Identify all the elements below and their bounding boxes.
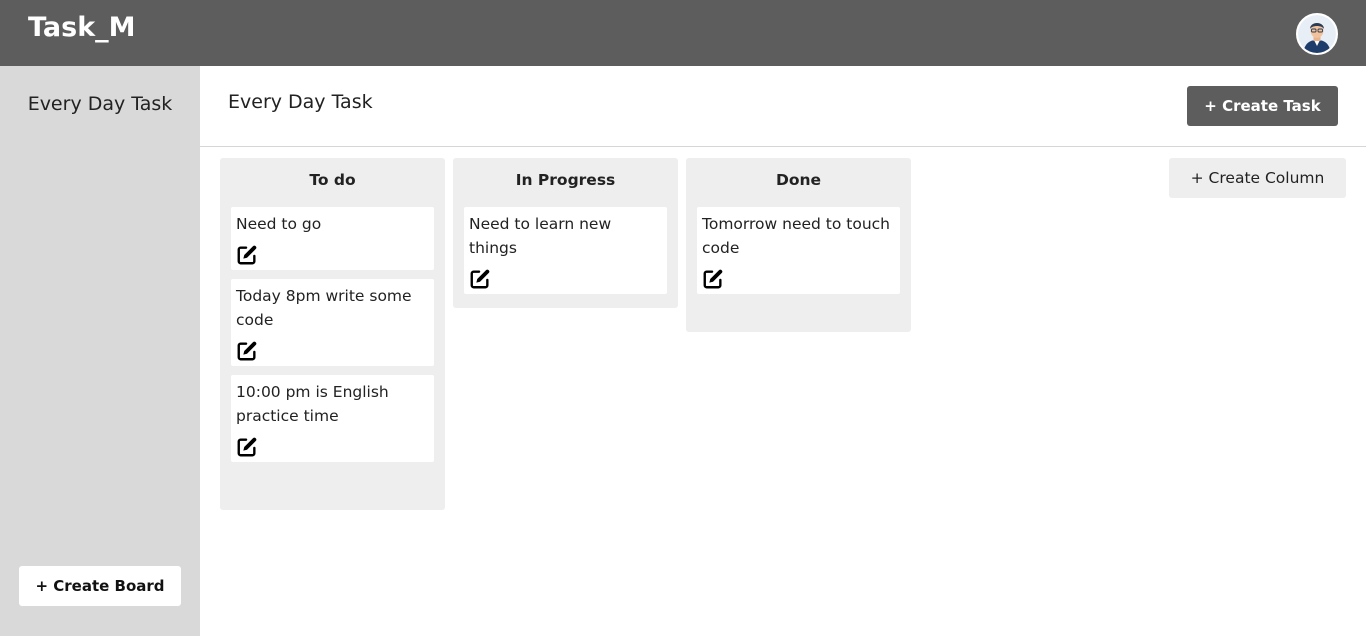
app-title: Task_M — [28, 12, 136, 43]
column-to-do: To do Need to go Today 8pm write some co… — [220, 158, 445, 510]
task-card-text: Need to learn new things — [469, 215, 612, 257]
edit-icon[interactable] — [236, 340, 258, 362]
page-title: Every Day Task — [228, 91, 373, 113]
task-card[interactable]: Today 8pm write some code — [231, 279, 434, 366]
sidebar: Every Day Task + Create Board — [0, 66, 200, 636]
create-task-button[interactable]: + Create Task — [1187, 86, 1338, 126]
task-card[interactable]: Need to learn new things — [464, 207, 667, 294]
column-done: Done Tomorrow need to touch code — [686, 158, 911, 332]
user-avatar[interactable] — [1296, 13, 1338, 55]
create-board-button[interactable]: + Create Board — [19, 566, 181, 606]
create-column-button[interactable]: + Create Column — [1169, 158, 1346, 198]
sidebar-item-every-day-task[interactable]: Every Day Task — [0, 93, 200, 115]
task-card[interactable]: Need to go — [231, 207, 434, 270]
edit-icon[interactable] — [236, 244, 258, 266]
avatar-icon — [1298, 15, 1336, 53]
column-title: To do — [309, 171, 356, 189]
edit-icon[interactable] — [236, 436, 258, 458]
top-bar: Task_M — [0, 0, 1366, 66]
task-card-text: Tomorrow need to touch code — [702, 215, 890, 257]
task-card-text: Today 8pm write some code — [236, 287, 412, 329]
column-title: In Progress — [515, 171, 616, 189]
column-title: Done — [775, 171, 822, 189]
task-card[interactable]: 10:00 pm is English practice time — [231, 375, 434, 462]
edit-icon[interactable] — [469, 268, 491, 290]
edit-icon[interactable] — [702, 268, 724, 290]
column-in-progress: In Progress Need to learn new things — [453, 158, 678, 308]
task-card-text: Need to go — [236, 215, 322, 233]
board-header: Every Day Task + Create Task — [200, 66, 1366, 147]
task-card[interactable]: Tomorrow need to touch code — [697, 207, 900, 294]
task-card-text: 10:00 pm is English practice time — [236, 383, 389, 425]
